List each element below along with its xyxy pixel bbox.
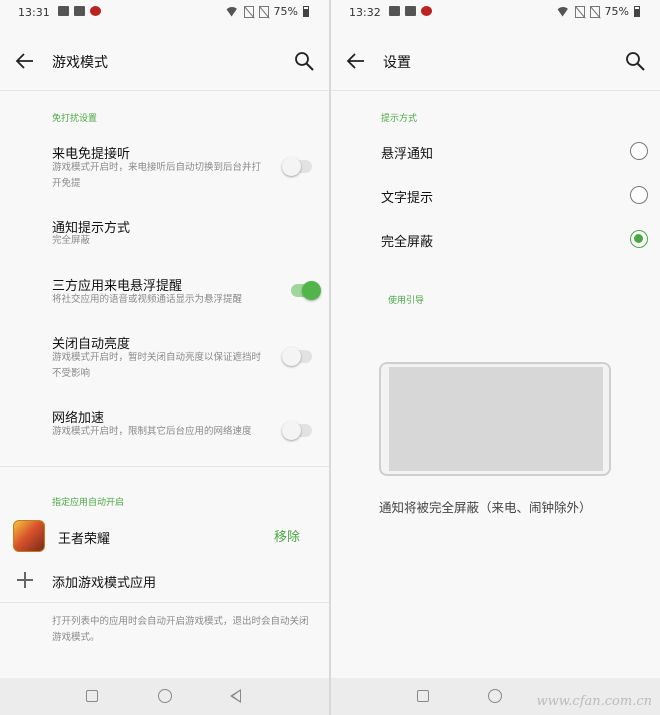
- back-arrow-icon[interactable]: [14, 50, 36, 72]
- app-bar: 游戏模式: [0, 36, 329, 88]
- app-notification-icon: [90, 6, 101, 16]
- toggle-auto-brightness[interactable]: [282, 347, 312, 366]
- appbar-divider: [0, 90, 329, 91]
- setting-sub-floating-call: 将社交应用的语音或视频通话显示为悬浮提醒: [52, 294, 243, 305]
- no-signal-icon-right: [574, 5, 585, 18]
- notification-icon: [74, 6, 85, 16]
- nav-recents-icon[interactable]: [86, 690, 98, 702]
- battery-icon: [303, 6, 309, 17]
- option-label-text[interactable]: 文字提示: [381, 187, 433, 206]
- phone-screen-illustration: [389, 367, 603, 471]
- plus-icon[interactable]: [17, 572, 33, 588]
- game-mode-screen: 13:31 75% 游戏模式 免打扰设置 来电免提接听 游戏模式开启时，来电接听…: [0, 0, 329, 715]
- wifi-icon-right: [555, 6, 570, 17]
- notify-settings-screen: 13:32 75% 设置 提示方式 悬浮通知 文字提示 完全屏蔽 使用引导 通知…: [331, 0, 660, 715]
- game-app-icon: [13, 520, 45, 552]
- setting-sub-network-boost: 游戏模式开启时，限制其它后台应用的网络速度: [52, 426, 252, 437]
- section-label-guide: 使用引导: [388, 296, 425, 306]
- section-label-dnd: 免打扰设置: [52, 114, 98, 124]
- mail-icon: [58, 6, 69, 16]
- nav-home-icon-right[interactable]: [488, 689, 502, 703]
- mail-icon-right: [405, 6, 416, 16]
- no-signal-icon: [243, 5, 254, 18]
- watermark: www.cfan.com.cn: [536, 694, 652, 709]
- toggle-call-handsfree[interactable]: [282, 157, 312, 176]
- radio-text[interactable]: [630, 186, 648, 204]
- app-notification-icon-right: [421, 6, 432, 16]
- phone-illustration: [379, 362, 611, 476]
- section-label-auto-apps: 指定应用自动开启: [52, 498, 125, 508]
- status-bar-right: 13:32 75%: [331, 0, 660, 26]
- nav-home-icon[interactable]: [158, 689, 172, 703]
- page-title-right: 设置: [383, 55, 411, 71]
- section-label-notify-mode: 提示方式: [381, 114, 418, 124]
- appbar-divider-right: [331, 90, 660, 91]
- radio-floating[interactable]: [630, 142, 648, 160]
- setting-sub-call-handsfree: 游戏模式开启时，来电接听后自动切换到后台并打开免提: [52, 162, 262, 189]
- image-icon: [389, 6, 400, 16]
- remove-button[interactable]: 移除: [274, 526, 300, 545]
- block-explanation: 通知将被完全屏蔽（来电、闹钟除外）: [379, 500, 592, 515]
- radio-block[interactable]: [630, 230, 648, 248]
- toggle-floating-call[interactable]: [291, 281, 321, 300]
- app-bar-right: 设置: [331, 36, 660, 88]
- footer-note: 打开列表中的应用时会自动开启游戏模式，退出时会自动关闭游戏模式。: [52, 616, 309, 643]
- status-bar: 13:31 75%: [0, 0, 329, 26]
- nav-back-icon[interactable]: [230, 689, 241, 703]
- setting-sub-notify-mode: 完全屏蔽: [52, 235, 91, 246]
- battery-percent: 75%: [273, 5, 298, 18]
- no-signal-icon-right-2: [589, 5, 600, 18]
- search-icon[interactable]: [293, 50, 315, 72]
- wifi-icon: [224, 6, 239, 17]
- toggle-network-boost[interactable]: [282, 421, 312, 440]
- status-time-right: 13:32: [349, 6, 381, 19]
- app-name: 王者荣耀: [58, 532, 111, 547]
- footer-divider: [0, 602, 329, 603]
- option-label-block[interactable]: 完全屏蔽: [381, 231, 433, 250]
- option-label-floating[interactable]: 悬浮通知: [381, 143, 433, 162]
- battery-icon-right: [634, 6, 640, 17]
- back-arrow-icon-right[interactable]: [345, 50, 367, 72]
- page-title: 游戏模式: [52, 55, 108, 71]
- nav-recents-icon-right[interactable]: [417, 690, 429, 702]
- status-time: 13:31: [18, 6, 50, 19]
- add-app-button[interactable]: 添加游戏模式应用: [52, 572, 156, 591]
- no-signal-icon-2: [258, 5, 269, 18]
- battery-percent-right: 75%: [604, 5, 629, 18]
- setting-sub-auto-brightness: 游戏模式开启时，暂时关闭自动亮度以保证遮挡时不受影响: [52, 352, 262, 379]
- search-icon-right[interactable]: [624, 50, 646, 72]
- section-divider: [0, 466, 329, 467]
- navigation-bar: [0, 678, 329, 715]
